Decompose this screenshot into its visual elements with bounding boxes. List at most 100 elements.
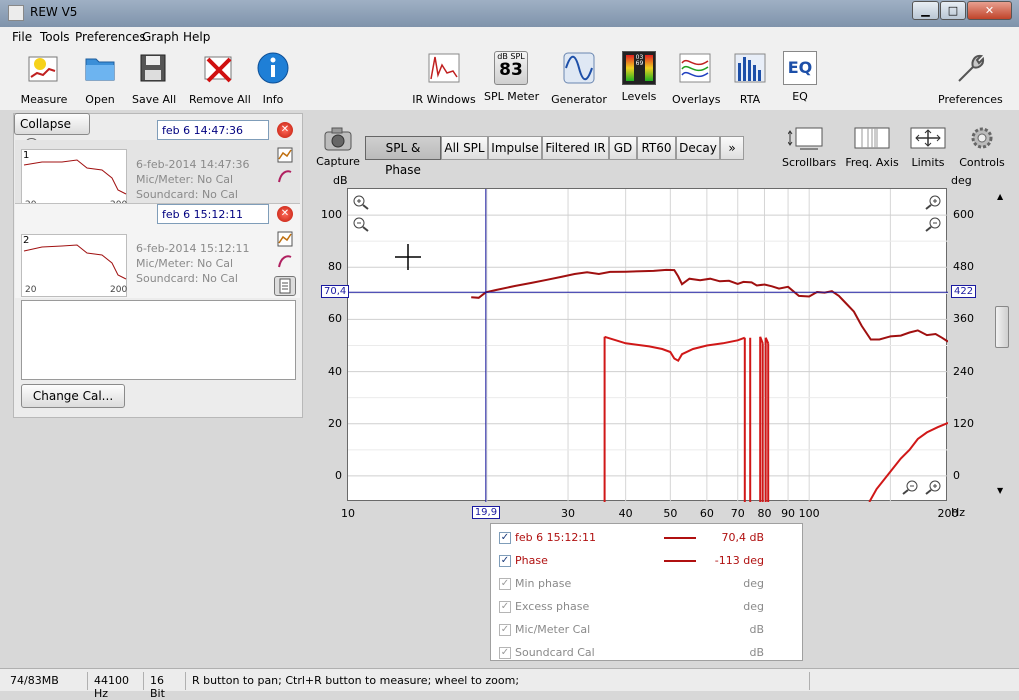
info-button[interactable]: Info [256, 51, 290, 106]
status-sample-rate: 44100 Hz [88, 672, 144, 700]
folder-open-icon [85, 58, 115, 81]
menu-file[interactable]: File [12, 30, 32, 44]
controls-button[interactable]: Controls [957, 126, 1007, 169]
measurement-1-name-field[interactable]: feb 6 14:47:36 [157, 120, 269, 140]
y-tick-label: 0 [335, 468, 342, 482]
levels-button[interactable]: 0369 Levels [620, 51, 658, 103]
menu-help[interactable]: Help [183, 30, 210, 44]
tab-rt60[interactable]: RT60 [637, 136, 676, 160]
change-cal-button[interactable]: Change Cal... [21, 384, 125, 408]
main-toolbar: Measure Open Save All Remove All Info IR… [0, 47, 1019, 110]
remove-all-button[interactable]: Remove All [189, 51, 251, 106]
legend-label: Min phase [515, 577, 572, 590]
tab-filtered-ir[interactable]: Filtered IR [542, 136, 609, 160]
close-button[interactable]: ✕ [967, 1, 1012, 20]
menu-tools[interactable]: Tools [40, 30, 70, 44]
zoom-in-y-icon[interactable] [352, 194, 370, 210]
overlays-icon [679, 53, 711, 83]
legend-checkbox[interactable]: ✓ [499, 647, 511, 659]
zoom-in-y2-icon[interactable] [924, 194, 942, 210]
measurement-2-graph-icon[interactable] [277, 231, 293, 247]
scroll-up-icon[interactable]: ▲ [997, 192, 1003, 201]
scroll-down-icon[interactable]: ▼ [997, 486, 1003, 495]
legend-value: deg [743, 600, 764, 613]
legend-checkbox[interactable]: ✓ [499, 555, 511, 567]
open-button[interactable]: Open [80, 51, 120, 106]
collapse-button[interactable]: Collapse « [14, 113, 90, 153]
legend-value: dB [749, 646, 764, 659]
status-hint: R button to pan; Ctrl+R button to measur… [186, 672, 810, 690]
spl-meter-button[interactable]: dB SPL 83 SPL Meter [484, 51, 539, 103]
measure-label: Measure [20, 93, 68, 106]
legend-row[interactable]: ✓ Mic/Meter Cal dB [499, 622, 794, 640]
overlays-button[interactable]: Overlays [672, 51, 721, 106]
legend-value: -113 deg [714, 554, 764, 567]
measurement-2-remove-icon[interactable]: ✕ [277, 206, 293, 222]
plot-area[interactable] [347, 188, 949, 503]
measurement-2-info: 6-feb-2014 15:12:11 Mic/Meter: No Cal So… [136, 241, 249, 286]
legend-checkbox[interactable]: ✓ [499, 578, 511, 590]
measurement-2-mic: Mic/Meter: No Cal [136, 257, 234, 270]
x-tick-label: 200 [937, 507, 959, 520]
tab-spl-phase[interactable]: SPL & Phase [365, 136, 441, 177]
legend-row[interactable]: ✓ Phase -113 deg [499, 553, 794, 571]
eq-button[interactable]: EQ EQ [783, 51, 817, 103]
menu-preferences[interactable]: Preferences [75, 30, 146, 44]
y-tick-label: 20 [328, 416, 342, 430]
tab-impulse[interactable]: Impulse [488, 136, 542, 160]
legend-row[interactable]: ✓ Min phase deg [499, 576, 794, 594]
tab-gd[interactable]: GD [609, 136, 637, 160]
save-all-button[interactable]: Save All [132, 51, 176, 106]
zoom-in-x-icon[interactable] [924, 479, 942, 495]
freq-axis-button[interactable]: Freq. Axis [845, 126, 899, 169]
capture-label: Capture [316, 155, 360, 168]
zoom-out-y-icon[interactable] [352, 216, 370, 232]
measure-icon [28, 56, 58, 82]
measurement-2-name-field[interactable]: feb 6 15:12:11 [157, 204, 269, 224]
generator-button[interactable]: Generator [551, 51, 607, 106]
tab-all-spl[interactable]: All SPL [441, 136, 488, 160]
limits-button[interactable]: Limits [906, 126, 950, 169]
x-tick-label: 90 [781, 507, 796, 520]
measurement-2-xmax: 200 [110, 285, 128, 295]
zoom-out-y2-icon[interactable] [924, 216, 942, 232]
legend-row[interactable]: ✓ Excess phase deg [499, 599, 794, 617]
scroll-thumb[interactable] [995, 306, 1009, 348]
measurement-1-graph-icon[interactable] [277, 147, 293, 163]
menu-graph[interactable]: Graph [142, 30, 179, 44]
legend-checkbox[interactable]: ✓ [499, 601, 511, 613]
x-tick-label: 70 [730, 507, 745, 520]
maximize-button[interactable]: □ [940, 1, 966, 20]
remove-all-icon [204, 56, 232, 83]
measurement-1-remove-icon[interactable]: ✕ [277, 122, 293, 138]
title-bar: REW V5 ▁ □ ✕ [0, 0, 1019, 27]
freq-axis-icon [854, 127, 890, 149]
legend-row[interactable]: ✓ feb 6 15:12:11 70,4 dB [499, 530, 794, 548]
gear-icon [971, 127, 993, 149]
legend-panel: ✓ feb 6 15:12:11 70,4 dB ✓ Phase -113 deg ✓ Min… [490, 523, 803, 661]
capture-button[interactable]: Capture [316, 126, 360, 168]
preferences-button[interactable]: Preferences [938, 51, 1003, 106]
tab-more[interactable]: » [720, 136, 744, 160]
measurement-2-notes-icon[interactable] [274, 276, 296, 296]
measurement-2-cal-icon[interactable] [277, 253, 293, 269]
legend-row[interactable]: ✓ Soundcard Cal dB [499, 645, 794, 663]
legend-checkbox[interactable]: ✓ [499, 624, 511, 636]
legend-line-swatch [664, 537, 696, 539]
scrollbars-button[interactable]: Scrollbars [782, 126, 836, 169]
rta-button[interactable]: RTA [733, 51, 767, 106]
tab-decay[interactable]: Decay [676, 136, 720, 160]
ir-windows-button[interactable]: IR Windows [410, 51, 478, 106]
measurement-item-1[interactable]: 1 20 200 6-feb-2014 14:47:36 Mic/Meter: … [15, 140, 300, 212]
legend-checkbox[interactable]: ✓ [499, 532, 511, 544]
measurement-1-cal-icon[interactable] [277, 168, 293, 184]
minimize-button[interactable]: ▁ [912, 1, 939, 20]
zoom-out-x-icon[interactable] [901, 479, 919, 495]
vertical-scrollbar[interactable]: ▲ ▼ [995, 188, 1009, 501]
window-title: REW V5 [30, 5, 78, 19]
open-label: Open [85, 93, 115, 106]
measure-button[interactable]: Measure [20, 51, 68, 106]
notes-area[interactable] [21, 300, 296, 380]
collapse-label: Collapse [20, 117, 71, 131]
crosshair-pointer-icon [395, 244, 421, 270]
